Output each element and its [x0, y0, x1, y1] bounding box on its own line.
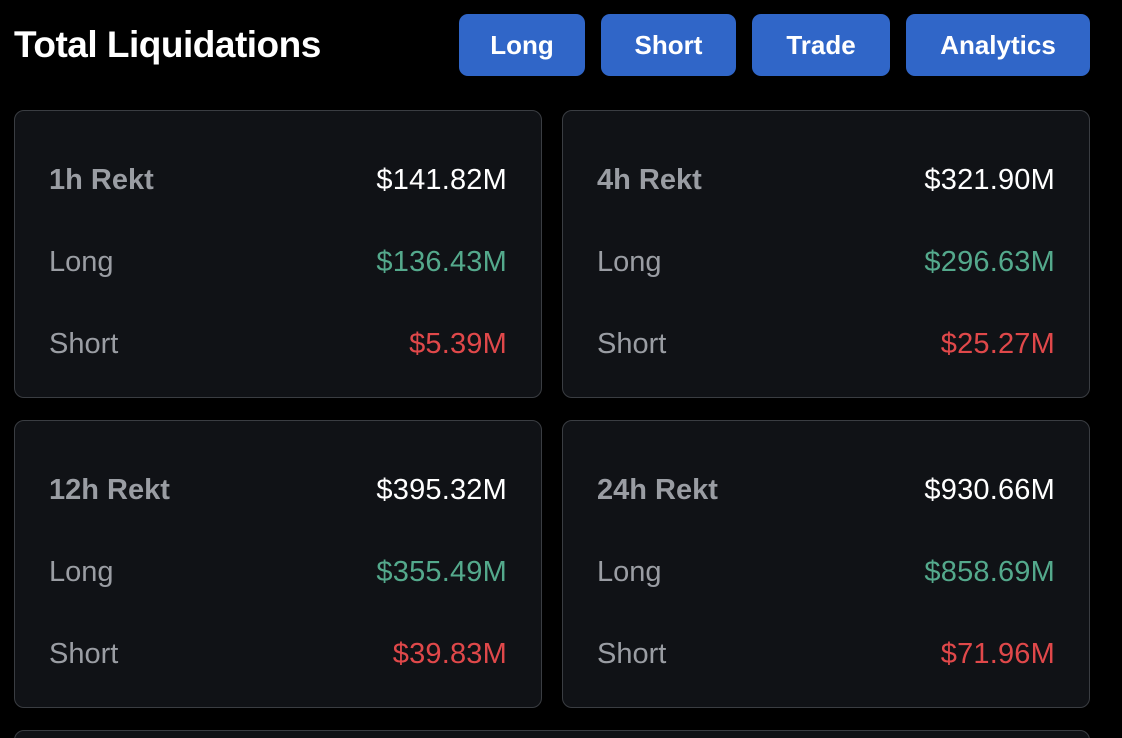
- period-label: 12h Rekt: [49, 473, 170, 506]
- total-value: $321.90M: [924, 163, 1055, 196]
- next-card-partial: [14, 730, 1090, 738]
- card-total-row: 12h Rekt $395.32M: [49, 470, 507, 510]
- card-total-row: 4h Rekt $321.90M: [597, 160, 1055, 200]
- rekt-card-12h: 12h Rekt $395.32M Long $355.49M Short $3…: [14, 420, 542, 708]
- short-label: Short: [49, 637, 119, 670]
- short-button[interactable]: Short: [601, 14, 736, 76]
- long-value: $355.49M: [376, 555, 507, 588]
- period-label: 24h Rekt: [597, 473, 718, 506]
- total-value: $141.82M: [376, 163, 507, 196]
- rekt-card-24h: 24h Rekt $930.66M Long $858.69M Short $7…: [562, 420, 1090, 708]
- short-label: Short: [49, 327, 119, 360]
- card-short-row: Short $5.39M: [49, 324, 507, 364]
- long-label: Long: [49, 555, 114, 588]
- long-label: Long: [597, 245, 662, 278]
- card-long-row: Long $136.43M: [49, 242, 507, 282]
- long-button[interactable]: Long: [459, 14, 585, 76]
- card-long-row: Long $296.63M: [597, 242, 1055, 282]
- short-value: $39.83M: [392, 637, 507, 670]
- period-label: 1h Rekt: [49, 163, 154, 196]
- period-label: 4h Rekt: [597, 163, 702, 196]
- card-long-row: Long $355.49M: [49, 552, 507, 592]
- page-title: Total Liquidations: [14, 24, 321, 65]
- short-value: $5.39M: [409, 327, 507, 360]
- total-value: $930.66M: [924, 473, 1055, 506]
- card-long-row: Long $858.69M: [597, 552, 1055, 592]
- short-value: $25.27M: [940, 327, 1055, 360]
- short-label: Short: [597, 637, 667, 670]
- card-total-row: 24h Rekt $930.66M: [597, 470, 1055, 510]
- long-label: Long: [597, 555, 662, 588]
- liquidations-panel: Total Liquidations Long Short Trade Anal…: [0, 0, 1122, 738]
- long-value: $296.63M: [924, 245, 1055, 278]
- long-value: $858.69M: [924, 555, 1055, 588]
- rekt-card-4h: 4h Rekt $321.90M Long $296.63M Short $25…: [562, 110, 1090, 398]
- long-value: $136.43M: [376, 245, 507, 278]
- analytics-button[interactable]: Analytics: [906, 14, 1090, 76]
- card-total-row: 1h Rekt $141.82M: [49, 160, 507, 200]
- short-label: Short: [597, 327, 667, 360]
- rekt-card-1h: 1h Rekt $141.82M Long $136.43M Short $5.…: [14, 110, 542, 398]
- card-short-row: Short $25.27M: [597, 324, 1055, 364]
- short-value: $71.96M: [940, 637, 1055, 670]
- card-short-row: Short $39.83M: [49, 634, 507, 674]
- total-value: $395.32M: [376, 473, 507, 506]
- trade-button[interactable]: Trade: [752, 14, 890, 76]
- long-label: Long: [49, 245, 114, 278]
- card-short-row: Short $71.96M: [597, 634, 1055, 674]
